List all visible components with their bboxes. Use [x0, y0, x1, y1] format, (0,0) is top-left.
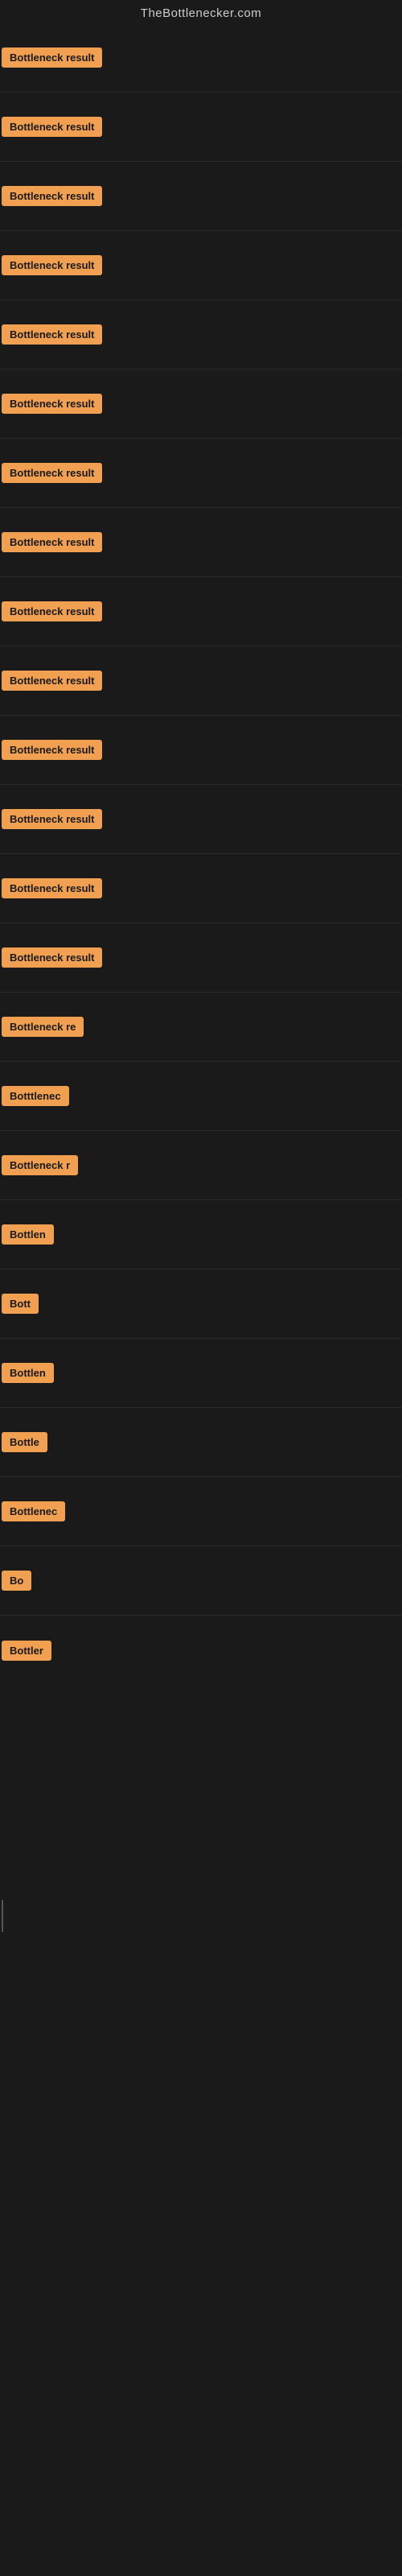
result-row: Bottlen — [0, 1200, 402, 1269]
bottleneck-badge[interactable]: Bottleneck result — [2, 463, 102, 483]
bottleneck-badge[interactable]: Bottlen — [2, 1224, 54, 1245]
bottleneck-badge[interactable]: Bottlenec — [2, 1501, 65, 1521]
results-list: Bottleneck result Bottleneck result Bottle… — [0, 23, 402, 1685]
site-header: TheBottlenecker.com — [0, 0, 402, 23]
empty-space — [0, 1685, 402, 2313]
result-row: Bottleneck result — [0, 300, 402, 369]
bottleneck-badge[interactable]: Bo — [2, 1571, 31, 1591]
result-row: Bottler — [0, 1616, 402, 1685]
bottleneck-badge[interactable]: Bottleneck r — [2, 1155, 78, 1175]
bottleneck-badge[interactable]: Bottleneck result — [2, 532, 102, 552]
bottleneck-badge[interactable]: Bottleneck result — [2, 117, 102, 137]
bottleneck-badge[interactable]: Bottleneck result — [2, 394, 102, 414]
bottleneck-badge[interactable]: Bottleneck result — [2, 809, 102, 829]
result-row: Bottlen — [0, 1339, 402, 1408]
result-row: Bottleneck result — [0, 716, 402, 785]
bottleneck-badge[interactable]: Bottleneck result — [2, 671, 102, 691]
result-row: Bottle — [0, 1408, 402, 1477]
bottleneck-badge[interactable]: Bottleneck re — [2, 1017, 84, 1037]
result-row: Bottleneck result — [0, 785, 402, 854]
result-row: Bottleneck re — [0, 993, 402, 1062]
result-row: Bottleneck result — [0, 231, 402, 300]
result-row: Bottleneck result — [0, 923, 402, 993]
result-row: Bo — [0, 1546, 402, 1616]
result-row: Bottleneck result — [0, 162, 402, 231]
bottleneck-badge[interactable]: Bottleneck result — [2, 947, 102, 968]
bottleneck-badge[interactable]: Bottle — [2, 1432, 47, 1452]
bottleneck-badge[interactable]: Bottleneck result — [2, 255, 102, 275]
result-row: Bottleneck result — [0, 508, 402, 577]
bottleneck-badge[interactable]: Bottleneck result — [2, 601, 102, 621]
result-row: Bottlenec — [0, 1477, 402, 1546]
result-row: Bottleneck result — [0, 369, 402, 439]
result-row: Bottleneck r — [0, 1131, 402, 1200]
result-row: Bottleneck result — [0, 439, 402, 508]
bottleneck-badge[interactable]: Botttlenec — [2, 1086, 69, 1106]
result-row: Bottleneck result — [0, 577, 402, 646]
bottleneck-badge[interactable]: Bottler — [2, 1641, 51, 1661]
result-row: Bottleneck result — [0, 23, 402, 93]
footer-line — [2, 1900, 3, 1932]
bottleneck-badge[interactable]: Bottleneck result — [2, 740, 102, 760]
bottleneck-badge[interactable]: Bottlen — [2, 1363, 54, 1383]
result-row: Botttlenec — [0, 1062, 402, 1131]
bottleneck-badge[interactable]: Bottleneck result — [2, 878, 102, 898]
bottleneck-badge[interactable]: Bottleneck result — [2, 47, 102, 68]
result-row: Bottleneck result — [0, 646, 402, 716]
bottleneck-badge[interactable]: Bott — [2, 1294, 39, 1314]
bottleneck-badge[interactable]: Bottleneck result — [2, 324, 102, 345]
result-row: Bott — [0, 1269, 402, 1339]
result-row: Bottleneck result — [0, 93, 402, 162]
bottleneck-badge[interactable]: Bottleneck result — [2, 186, 102, 206]
result-row: Bottleneck result — [0, 854, 402, 923]
